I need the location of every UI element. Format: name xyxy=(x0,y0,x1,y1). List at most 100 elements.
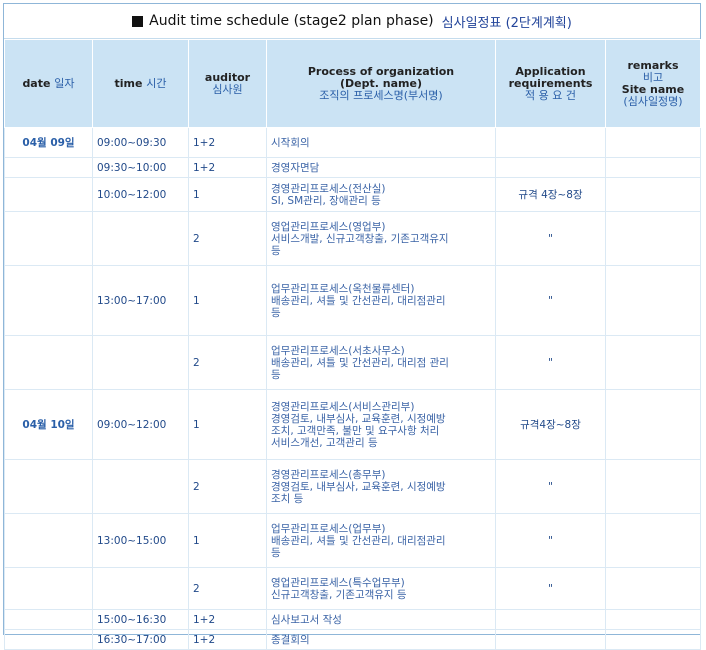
process-line: 경영관리프로세스(전산실) xyxy=(271,182,386,195)
remarks-cell xyxy=(605,609,701,630)
date-cell xyxy=(4,567,93,610)
header-remarks: remarks 비고 Site name (심사일정명) xyxy=(605,39,701,128)
remarks-cell xyxy=(605,211,701,266)
table-row: 04월 09일 09:00~09:30 1+2 시작회의 xyxy=(4,127,701,158)
process-line: 조치 등 xyxy=(271,492,304,505)
time-cell: 09:30~10:00 xyxy=(92,157,189,178)
process-cell: 영업관리프로세스(특수업무부) 신규고객창출, 기존고객유지 등 xyxy=(266,567,496,610)
title-en: Audit time schedule (stage2 plan phase) xyxy=(149,13,434,29)
process-cell: 업무관리프로세스(옥천물류센터) 배송관리, 셔틀 및 간선관리, 대리점관리 등 xyxy=(266,265,496,336)
date-cell: 04월 10일 xyxy=(4,389,93,460)
process-line: 서비스개선, 고객관리 등 xyxy=(271,436,378,449)
requirements-cell xyxy=(495,609,606,630)
process-line: SI, SM관리, 장애관리 등 xyxy=(271,194,381,207)
auditor-cell: 1+2 xyxy=(188,629,267,650)
table-row: 16:30~17:00 1+2 종결회의 xyxy=(4,629,701,650)
process-line: 배송관리, 셔틀 및 간선관리, 대리점관리 xyxy=(271,534,446,547)
process-line: 영업관리프로세스(영업부) xyxy=(271,220,386,233)
table-row: 09:30~10:00 1+2 경영자면담 xyxy=(4,157,701,178)
auditor-cell: 1 xyxy=(188,177,267,212)
process-cell: 경영자면담 xyxy=(266,157,496,178)
remarks-cell xyxy=(605,335,701,390)
process-line: 종결회의 xyxy=(271,633,310,646)
table-row: 10:00~12:00 1 경영관리프로세스(전산실) SI, SM관리, 장애관리 … xyxy=(4,177,701,212)
auditor-cell: 1 xyxy=(188,513,267,568)
table-row: 2 영업관리프로세스(영업부) 서비스개발, 신규고객창출, 기존고객유지 등 " xyxy=(4,211,701,266)
requirements-cell: " xyxy=(495,335,606,390)
remarks-cell xyxy=(605,177,701,212)
process-line: 경영검토, 내부심사, 교육훈련, 시정예방 xyxy=(271,480,446,493)
requirements-cell: 규격 4장~8장 xyxy=(495,177,606,212)
process-line: 경영자면담 xyxy=(271,161,320,174)
header-time: time 시간 xyxy=(92,39,189,128)
process-cell: 종결회의 xyxy=(266,629,496,650)
page-title: Audit time schedule (stage2 plan phase) … xyxy=(4,4,700,39)
auditor-cell: 2 xyxy=(188,459,267,514)
process-line: 경영관리프로세스(서비스관리부) xyxy=(271,400,415,413)
header-process: Process of organization (Dept. name) 조직의 프… xyxy=(266,39,496,128)
process-line: 신규고객창출, 기존고객유지 등 xyxy=(271,588,407,601)
auditor-cell: 1 xyxy=(188,265,267,336)
table-row: 04월 10일 09:00~12:00 1 경영관리프로세스(서비스관리부) 경영검토,… xyxy=(4,389,701,460)
remarks-cell xyxy=(605,157,701,178)
requirements-cell: " xyxy=(495,513,606,568)
process-line: 조치, 고객만족, 불만 및 요구사항 처리 xyxy=(271,424,440,437)
remarks-cell xyxy=(605,629,701,650)
time-cell: 13:00~15:00 xyxy=(92,513,189,568)
process-line: 배송관리, 셔틀 및 간선관리, 대리점 관리 xyxy=(271,356,449,369)
header-row: date 일자 time 시간 auditor 심사원 Process of or… xyxy=(4,39,701,128)
date-cell xyxy=(4,177,93,212)
process-line: 서비스개발, 신규고객창출, 기존고객유지 xyxy=(271,232,449,245)
time-cell xyxy=(92,567,189,610)
process-line: 업무관리프로세스(서초사무소) xyxy=(271,344,405,357)
process-line: 업무관리프로세스(업무부) xyxy=(271,522,386,535)
date-cell xyxy=(4,609,93,630)
requirements-cell: " xyxy=(495,567,606,610)
process-line: 배송관리, 셔틀 및 간선관리, 대리점관리 xyxy=(271,294,446,307)
date-cell xyxy=(4,265,93,336)
auditor-cell: 2 xyxy=(188,335,267,390)
remarks-cell xyxy=(605,459,701,514)
process-cell: 영업관리프로세스(영업부) 서비스개발, 신규고객창출, 기존고객유지 등 xyxy=(266,211,496,266)
table-row: 15:00~16:30 1+2 심사보고서 작성 xyxy=(4,609,701,630)
date-cell xyxy=(4,335,93,390)
process-line: 영업관리프로세스(특수업무부) xyxy=(271,576,405,589)
process-line: 심사보고서 작성 xyxy=(271,613,342,626)
process-cell: 업무관리프로세스(업무부) 배송관리, 셔틀 및 간선관리, 대리점관리 등 xyxy=(266,513,496,568)
date-cell xyxy=(4,513,93,568)
process-line: 등 xyxy=(271,546,281,559)
requirements-cell: " xyxy=(495,265,606,336)
process-line: 등 xyxy=(271,368,281,381)
table-row: 2 경영관리프로세스(총무부) 경영검토, 내부심사, 교육훈련, 시정예방 조치 등… xyxy=(4,459,701,514)
process-line: 경영관리프로세스(총무부) xyxy=(271,468,386,481)
table-row: 13:00~17:00 1 업무관리프로세스(옥천물류센터) 배송관리, 셔틀 및 간… xyxy=(4,265,701,336)
process-cell: 경영관리프로세스(전산실) SI, SM관리, 장애관리 등 xyxy=(266,177,496,212)
remarks-cell xyxy=(605,389,701,460)
requirements-cell xyxy=(495,629,606,650)
process-cell: 경영관리프로세스(총무부) 경영검토, 내부심사, 교육훈련, 시정예방 조치 등 xyxy=(266,459,496,514)
schedule-table: date 일자 time 시간 auditor 심사원 Process of or… xyxy=(4,39,701,650)
remarks-cell xyxy=(605,567,701,610)
time-cell xyxy=(92,459,189,514)
process-cell: 경영관리프로세스(서비스관리부) 경영검토, 내부심사, 교육훈련, 시정예방 조치… xyxy=(266,389,496,460)
table-row: 2 업무관리프로세스(서초사무소) 배송관리, 셔틀 및 간선관리, 대리점 관리 등… xyxy=(4,335,701,390)
date-cell xyxy=(4,157,93,178)
process-line: 등 xyxy=(271,244,281,257)
time-cell: 15:00~16:30 xyxy=(92,609,189,630)
auditor-cell: 1+2 xyxy=(188,127,267,158)
process-cell: 심사보고서 작성 xyxy=(266,609,496,630)
time-cell xyxy=(92,211,189,266)
requirements-cell xyxy=(495,127,606,158)
time-cell xyxy=(92,335,189,390)
process-cell: 업무관리프로세스(서초사무소) 배송관리, 셔틀 및 간선관리, 대리점 관리 등 xyxy=(266,335,496,390)
date-cell: 04월 09일 xyxy=(4,127,93,158)
time-cell: 09:00~09:30 xyxy=(92,127,189,158)
requirements-cell: 규격4장~8장 xyxy=(495,389,606,460)
remarks-cell xyxy=(605,265,701,336)
requirements-cell: " xyxy=(495,211,606,266)
requirements-cell xyxy=(495,157,606,178)
requirements-cell: " xyxy=(495,459,606,514)
time-cell: 13:00~17:00 xyxy=(92,265,189,336)
table-row: 2 영업관리프로세스(특수업무부) 신규고객창출, 기존고객유지 등 " xyxy=(4,567,701,610)
time-cell: 10:00~12:00 xyxy=(92,177,189,212)
